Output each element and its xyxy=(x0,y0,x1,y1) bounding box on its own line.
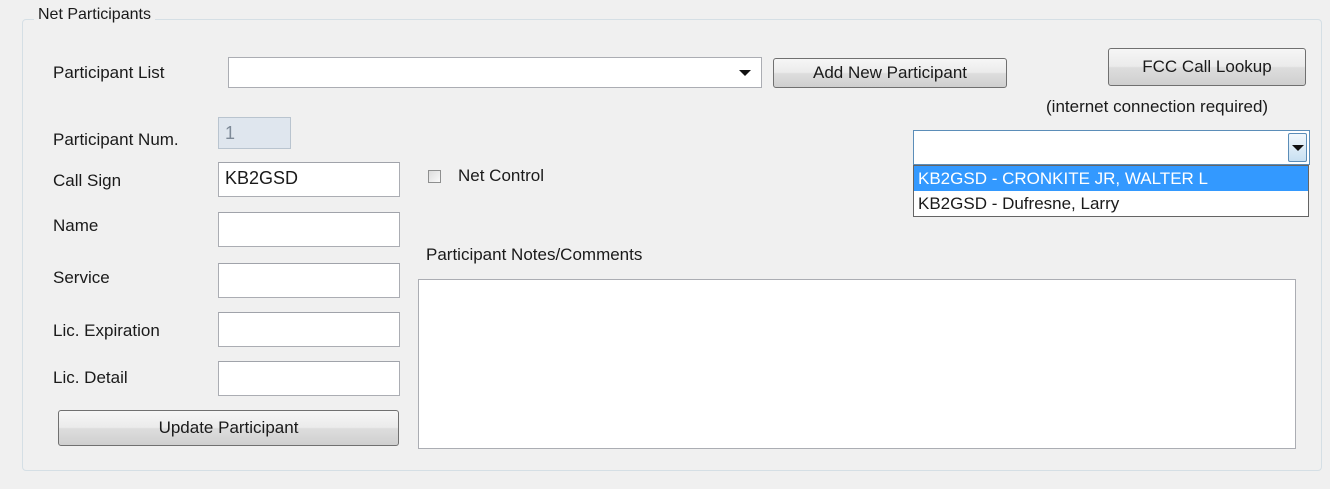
participant-list-label: Participant List xyxy=(53,63,165,82)
service-field[interactable] xyxy=(218,263,400,298)
net-control-label[interactable]: Net Control xyxy=(458,166,544,186)
chevron-down-icon[interactable] xyxy=(1288,133,1307,162)
call-sign-label: Call Sign xyxy=(53,171,122,190)
dropdown-option[interactable]: KB2GSD - CRONKITE JR, WALTER L xyxy=(914,166,1308,191)
dropdown-option[interactable]: KB2GSD - Dufresne, Larry xyxy=(914,191,1308,216)
name-field[interactable] xyxy=(218,212,400,247)
notes-label: Participant Notes/Comments xyxy=(426,245,643,264)
lic-detail-label: Lic. Detail xyxy=(53,368,128,387)
add-new-participant-button[interactable]: Add New Participant xyxy=(773,58,1007,88)
lic-expiration-label: Lic. Expiration xyxy=(53,321,160,340)
fcc-results-combo[interactable] xyxy=(913,130,1310,165)
fcc-call-lookup-button[interactable]: FCC Call Lookup xyxy=(1108,48,1306,86)
notes-textarea[interactable] xyxy=(418,279,1296,449)
participant-num-field: 1 xyxy=(218,117,291,149)
participant-num-label: Participant Num. xyxy=(53,130,179,149)
name-label: Name xyxy=(53,216,99,235)
call-sign-field[interactable]: KB2GSD xyxy=(218,162,400,197)
net-control-checkbox[interactable] xyxy=(428,170,441,183)
update-participant-button[interactable]: Update Participant xyxy=(58,410,399,446)
lic-detail-field[interactable] xyxy=(218,361,400,396)
chevron-down-icon[interactable] xyxy=(735,58,755,87)
internet-required-note: (internet connection required) xyxy=(1046,97,1269,116)
participant-list-combo[interactable] xyxy=(228,57,762,88)
fcc-results-dropdown-list: KB2GSD - CRONKITE JR, WALTER L KB2GSD - … xyxy=(913,165,1309,217)
lic-expiration-field[interactable] xyxy=(218,312,400,347)
group-title: Net Participants xyxy=(34,6,155,24)
service-label: Service xyxy=(53,268,110,287)
